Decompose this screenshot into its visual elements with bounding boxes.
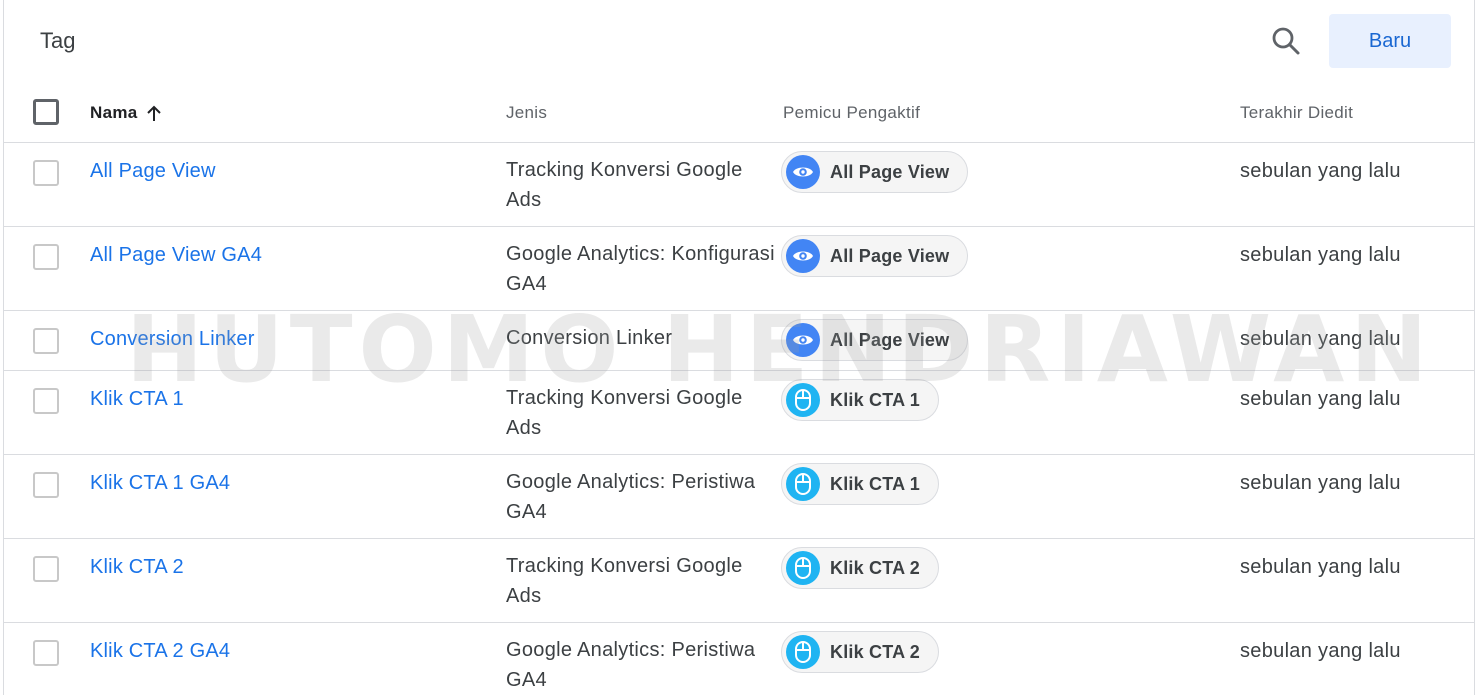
- search-button[interactable]: [1269, 24, 1303, 58]
- trigger-label: Klik CTA 1: [830, 473, 921, 494]
- mouse-icon: [786, 551, 820, 585]
- table-row[interactable]: Conversion Linker Conversion Linker All …: [4, 311, 1474, 371]
- tag-type: Google Analytics: Konfigurasi GA4: [506, 243, 775, 295]
- table-header: Nama Jenis Pemicu Pengaktif Terakhir Die…: [4, 85, 1474, 143]
- row-checkbox[interactable]: [33, 472, 59, 498]
- page-title: Tag: [40, 28, 76, 53]
- row-checkbox[interactable]: [33, 640, 59, 666]
- last-edited: sebulan yang lalu: [1240, 160, 1401, 182]
- trigger-label: Klik CTA 1: [830, 389, 921, 410]
- last-edited: sebulan yang lalu: [1240, 556, 1401, 578]
- mouse-icon: [786, 635, 820, 669]
- new-tag-button[interactable]: Baru: [1329, 14, 1451, 68]
- row-checkbox[interactable]: [33, 328, 59, 354]
- last-edited: sebulan yang lalu: [1240, 388, 1401, 410]
- trigger-chip[interactable]: Klik CTA 2: [781, 631, 940, 673]
- column-header-last-edited[interactable]: Terakhir Diedit: [1240, 103, 1353, 123]
- eye-icon: [786, 323, 820, 357]
- table-row[interactable]: All Page View GA4 Google Analytics: Konf…: [4, 227, 1474, 311]
- table-row[interactable]: Klik CTA 2 Tracking Konversi Google Ads …: [4, 539, 1474, 623]
- mouse-icon: [786, 383, 820, 417]
- last-edited: sebulan yang lalu: [1240, 472, 1401, 494]
- tag-name-link[interactable]: Klik CTA 1: [90, 388, 184, 411]
- tag-type: Google Analytics: Peristiwa GA4: [506, 471, 756, 523]
- trigger-chip[interactable]: Klik CTA 1: [781, 463, 940, 505]
- column-header-trigger[interactable]: Pemicu Pengaktif: [783, 103, 920, 123]
- tag-name-link[interactable]: Klik CTA 2: [90, 556, 184, 579]
- tag-name-link[interactable]: All Page View: [90, 160, 216, 183]
- tag-type: Conversion Linker: [506, 327, 673, 349]
- tag-name-link[interactable]: Klik CTA 2 GA4: [90, 640, 230, 663]
- trigger-chip[interactable]: All Page View: [781, 151, 969, 193]
- tag-name-link[interactable]: All Page View GA4: [90, 244, 262, 267]
- select-all-checkbox[interactable]: [33, 99, 59, 125]
- toolbar: Tag Baru: [4, 0, 1474, 85]
- tag-type: Tracking Konversi Google Ads: [506, 387, 743, 439]
- last-edited: sebulan yang lalu: [1240, 328, 1401, 350]
- tag-type: Google Analytics: Peristiwa GA4: [506, 639, 756, 691]
- sort-ascending-icon: [146, 105, 161, 121]
- trigger-label: All Page View: [830, 329, 950, 350]
- last-edited: sebulan yang lalu: [1240, 640, 1401, 662]
- trigger-chip[interactable]: All Page View: [781, 319, 969, 361]
- eye-icon: [786, 239, 820, 273]
- tag-type: Tracking Konversi Google Ads: [506, 555, 743, 607]
- tag-name-link[interactable]: Conversion Linker: [90, 328, 255, 351]
- mouse-icon: [786, 467, 820, 501]
- row-checkbox[interactable]: [33, 244, 59, 270]
- trigger-label: Klik CTA 2: [830, 557, 921, 578]
- trigger-chip[interactable]: All Page View: [781, 235, 969, 277]
- tag-name-link[interactable]: Klik CTA 1 GA4: [90, 472, 230, 495]
- column-header-name-label: Nama: [90, 103, 138, 122]
- table-row[interactable]: Klik CTA 1 GA4 Google Analytics: Peristi…: [4, 455, 1474, 539]
- tags-panel: Tag Baru Nama Jenis Pemicu Pengaktif Ter…: [3, 0, 1475, 695]
- table-row[interactable]: Klik CTA 2 GA4 Google Analytics: Peristi…: [4, 623, 1474, 695]
- eye-icon: [786, 155, 820, 189]
- row-checkbox[interactable]: [33, 388, 59, 414]
- search-icon: [1272, 27, 1300, 55]
- column-header-type[interactable]: Jenis: [506, 103, 547, 123]
- table-row[interactable]: All Page View Tracking Konversi Google A…: [4, 143, 1474, 227]
- row-checkbox[interactable]: [33, 556, 59, 582]
- last-edited: sebulan yang lalu: [1240, 244, 1401, 266]
- trigger-label: Klik CTA 2: [830, 641, 921, 662]
- trigger-label: All Page View: [830, 161, 950, 182]
- trigger-label: All Page View: [830, 245, 950, 266]
- tag-type: Tracking Konversi Google Ads: [506, 159, 743, 211]
- column-header-name[interactable]: Nama: [90, 103, 162, 123]
- table-row[interactable]: Klik CTA 1 Tracking Konversi Google Ads …: [4, 371, 1474, 455]
- trigger-chip[interactable]: Klik CTA 1: [781, 379, 940, 421]
- row-checkbox[interactable]: [33, 160, 59, 186]
- trigger-chip[interactable]: Klik CTA 2: [781, 547, 940, 589]
